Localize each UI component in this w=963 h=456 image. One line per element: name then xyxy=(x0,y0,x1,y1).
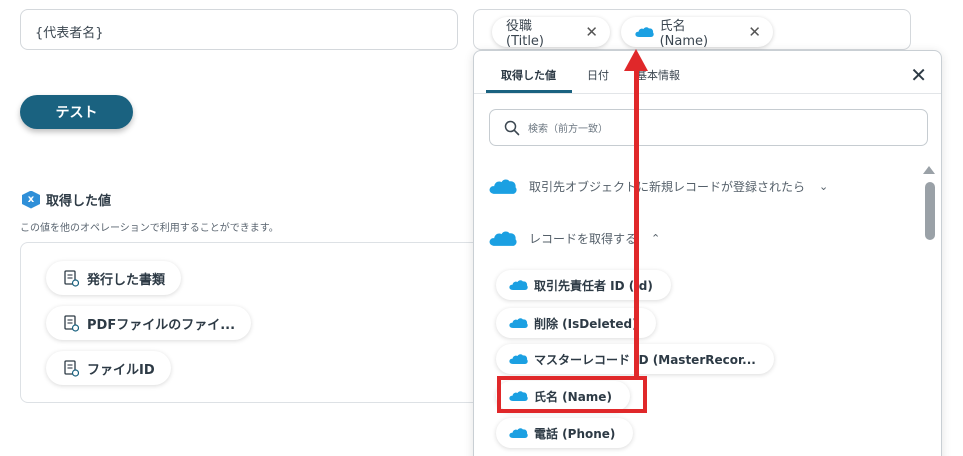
value-item-label: ファイルID xyxy=(87,362,155,378)
close-icon[interactable]: ✕ xyxy=(910,63,927,87)
section-label: 取引先オブジェクトに新規レコードが登録されたら xyxy=(529,180,806,194)
document-icon xyxy=(64,359,80,377)
field-label: 削除 (IsDeleted) xyxy=(534,316,638,331)
document-icon xyxy=(64,314,80,332)
chevron-down-icon: ⌄ xyxy=(819,180,829,193)
values-description: この値を他のオペレーションで利用することができます。 xyxy=(20,223,279,234)
annotation-arrow-head xyxy=(624,49,648,71)
active-tab-indicator xyxy=(486,90,572,93)
annotation-arrow-shaft xyxy=(634,68,639,379)
values-heading: x 取得した値 xyxy=(22,190,111,209)
tag-title[interactable]: 役職 (Title) ✕ xyxy=(492,17,610,49)
field-is-deleted[interactable]: 削除 (IsDeleted) xyxy=(496,308,656,338)
representative-name-input[interactable]: {代表者名} xyxy=(20,9,458,50)
salesforce-cloud-icon xyxy=(509,428,528,438)
tab-date[interactable]: 日付 xyxy=(587,67,609,83)
value-item-issued-document[interactable]: 発行した書類 xyxy=(46,261,182,295)
representative-name-value: {代表者名} xyxy=(35,26,104,41)
document-icon xyxy=(64,269,80,287)
field-contact-id[interactable]: 取引先責任者 ID (Id) xyxy=(496,270,671,300)
tag-title-label: 役職 (Title) xyxy=(506,19,545,49)
value-item-label: PDFファイルのファイ... xyxy=(87,317,236,333)
x-badge-icon: x xyxy=(22,190,40,209)
value-item-file-id[interactable]: ファイルID xyxy=(46,351,171,385)
tag-name-label: 氏名 (Name) xyxy=(659,19,709,49)
salesforce-cloud-icon xyxy=(509,354,528,364)
salesforce-cloud-icon xyxy=(635,26,654,38)
field-label: マスターレコード ID (MasterRecor... xyxy=(534,352,756,367)
remove-tag-title-icon[interactable]: ✕ xyxy=(585,23,598,41)
highlight-annotation xyxy=(497,376,647,413)
salesforce-cloud-icon xyxy=(509,318,528,328)
search-input[interactable]: 検索（前方一致） xyxy=(489,109,928,146)
test-button[interactable]: テスト xyxy=(20,95,133,129)
values-list: 発行した書類 PDFファイルのファイ... ファイルID xyxy=(20,242,490,403)
remove-tag-name-icon[interactable]: ✕ xyxy=(748,23,761,41)
tab-acquired-values[interactable]: 取得した値 xyxy=(501,67,556,83)
value-item-label: 発行した書類 xyxy=(87,272,166,288)
search-placeholder: 検索（前方一致） xyxy=(528,124,608,135)
scroll-up-arrow[interactable] xyxy=(923,166,935,174)
tag-name[interactable]: 氏名 (Name) ✕ xyxy=(621,17,773,49)
salesforce-cloud-icon xyxy=(489,179,517,194)
chevron-up-icon: ⌃ xyxy=(651,232,661,245)
scrollbar-thumb[interactable] xyxy=(925,182,935,240)
tab-bar: 取得した値 日付 基本情報 ✕ xyxy=(474,51,941,94)
section-new-record-trigger[interactable]: 取引先オブジェクトに新規レコードが登録されたら ⌄ xyxy=(489,177,828,196)
salesforce-cloud-icon xyxy=(489,231,517,246)
section-label: レコードを取得する xyxy=(529,232,638,246)
field-phone[interactable]: 電話 (Phone) xyxy=(496,418,634,448)
selected-fields-input[interactable]: 役職 (Title) ✕ 氏名 (Name) ✕ xyxy=(473,9,911,50)
value-item-pdf-file[interactable]: PDFファイルのファイ... xyxy=(46,306,252,340)
field-label: 電話 (Phone) xyxy=(534,426,616,441)
values-title: 取得した値 xyxy=(46,194,112,209)
salesforce-cloud-icon xyxy=(509,280,528,290)
search-icon xyxy=(504,120,520,135)
